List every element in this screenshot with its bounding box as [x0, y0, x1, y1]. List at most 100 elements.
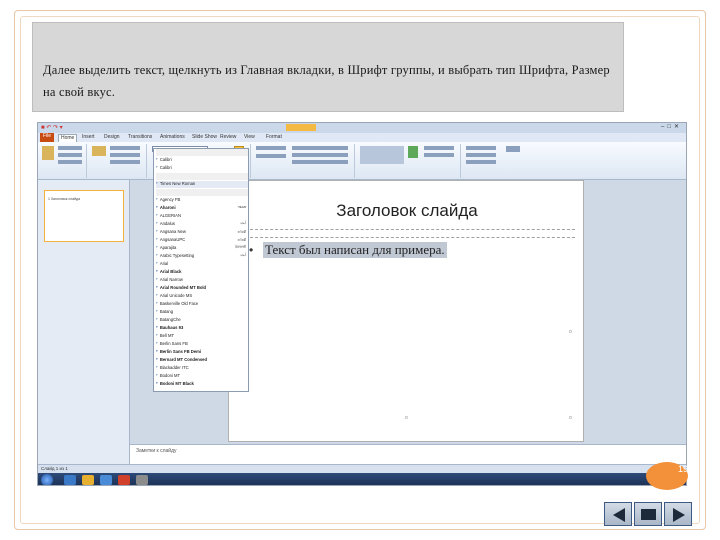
font-item[interactable]: ᵀ Bauhaus 93: [156, 325, 248, 332]
section-button[interactable]: [110, 160, 140, 164]
text-direction-button[interactable]: [292, 146, 348, 150]
select-button[interactable]: [466, 160, 496, 164]
slide-body-text[interactable]: Текст был написан для примера.: [263, 242, 447, 258]
pane-tabs[interactable]: [40, 182, 128, 189]
truetype-icon: ᵀ: [156, 269, 158, 274]
shape-effects-button[interactable]: [506, 146, 520, 152]
cut-button[interactable]: [58, 146, 82, 150]
paste-icon[interactable]: [42, 146, 54, 160]
align-text-button[interactable]: [292, 153, 348, 157]
font-item[interactable]: ᵀ Angsana New สวัสดี: [156, 229, 248, 236]
alignment-buttons[interactable]: [256, 154, 286, 158]
truetype-icon: ᵀ: [156, 181, 158, 186]
font-item[interactable]: ᵀ Agency FB: [156, 197, 248, 204]
truetype-icon: ᵀ: [156, 373, 158, 378]
taskbar-app-icon[interactable]: [64, 475, 76, 485]
page-number-badge: 19: [646, 462, 688, 490]
taskbar-app-icon[interactable]: [100, 475, 112, 485]
edited-slide[interactable]: Заголовок слайда • Текст был написан для…: [228, 180, 584, 442]
ribbon: [38, 142, 686, 180]
windows-taskbar: 12:00: [38, 473, 686, 485]
quick-access-icons[interactable]: ■ ↶ ↷ ▾: [41, 124, 63, 131]
new-slide-icon[interactable]: [92, 146, 106, 156]
slide-thumbnail[interactable]: 1 Заголовок слайда: [44, 190, 124, 242]
presentation-slide: Далее выделить текст, щелкнуть из Главна…: [0, 0, 720, 540]
font-item[interactable]: ᵀ AngsanaUPC สวัสดี: [156, 237, 248, 244]
home-button[interactable]: [634, 502, 662, 526]
font-item[interactable]: ᵀ Bodoni MT Black: [156, 381, 248, 388]
font-item[interactable]: ᵀ Times New Roman: [156, 181, 248, 188]
tab-insert[interactable]: Insert: [82, 134, 95, 140]
next-slide-button[interactable]: [664, 502, 692, 526]
tab-design[interactable]: Design: [104, 134, 120, 140]
previous-slide-button[interactable]: [604, 502, 632, 526]
format-painter-button[interactable]: [58, 160, 82, 164]
font-item[interactable]: ᵀ Calibri: [156, 157, 248, 164]
tab-view[interactable]: View: [244, 134, 255, 140]
ribbon-tabs: File Home Insert Design Transitions Anim…: [38, 133, 686, 142]
resize-handle[interactable]: o: [569, 329, 572, 335]
taskbar-app-icon[interactable]: [136, 475, 148, 485]
font-item[interactable]: ᵀ Arabic Typesetting أبجد: [156, 253, 248, 260]
truetype-icon: ᵀ: [156, 197, 158, 202]
font-item[interactable]: ᵀ Berlin Sans FB Demi: [156, 349, 248, 356]
font-item[interactable]: ᵀ Blackadder ITC: [156, 365, 248, 372]
layout-button[interactable]: [110, 146, 140, 150]
font-item[interactable]: ᵀ Arial Unicode MS: [156, 293, 248, 300]
font-item[interactable]: ᵀ Aparajita देवनागरी: [156, 245, 248, 252]
truetype-icon: ᵀ: [156, 381, 158, 386]
font-item[interactable]: ᵀ ALGERIAN: [156, 213, 248, 220]
tab-animations[interactable]: Animations: [160, 134, 185, 140]
find-button[interactable]: [466, 146, 496, 150]
group-divider: [146, 144, 147, 178]
font-item[interactable]: ᵀ Baskerville Old Face: [156, 301, 248, 308]
truetype-icon: ᵀ: [156, 357, 158, 362]
slide-title-placeholder[interactable]: Заголовок слайда: [229, 201, 585, 221]
font-item[interactable]: ᵀ Andalus أبجد: [156, 221, 248, 228]
truetype-icon: ᵀ: [156, 293, 158, 298]
slide-title: Далее выделить текст, щелкнуть из Главна…: [43, 63, 610, 99]
shapes-gallery[interactable]: [360, 146, 404, 164]
truetype-icon: ᵀ: [156, 157, 158, 162]
arrange-icon[interactable]: [408, 146, 418, 158]
notes-pane[interactable]: Заметки к слайду: [130, 444, 686, 464]
resize-handle[interactable]: o: [569, 415, 572, 421]
tab-transitions[interactable]: Transitions: [128, 134, 152, 140]
taskbar-app-icon[interactable]: [118, 475, 130, 485]
window-controls[interactable]: –□✕: [661, 123, 682, 130]
font-item[interactable]: ᵀ Arial Narrow: [156, 277, 248, 284]
copy-button[interactable]: [58, 153, 82, 157]
font-item[interactable]: ᵀ Arial Rounded MT Bold: [156, 285, 248, 292]
theme-fonts-header: [156, 149, 248, 156]
shape-outline-button[interactable]: [424, 153, 454, 157]
tab-file[interactable]: File: [40, 133, 54, 142]
taskbar-app-icon[interactable]: [82, 475, 94, 485]
replace-button[interactable]: [466, 153, 496, 157]
tab-review[interactable]: Review: [220, 134, 236, 140]
shape-fill-button[interactable]: [424, 146, 454, 150]
font-item[interactable]: ᵀ Arial: [156, 261, 248, 268]
slide-navigation: [604, 502, 694, 528]
start-button[interactable]: [41, 474, 53, 485]
font-item[interactable]: ᵀ Bell MT: [156, 333, 248, 340]
arrow-left-icon: [613, 508, 625, 522]
group-divider: [86, 144, 87, 178]
font-item[interactable]: ᵀ Arial Black: [156, 269, 248, 276]
bullets-buttons[interactable]: [256, 146, 286, 150]
reset-button[interactable]: [110, 153, 140, 157]
tab-slide-show[interactable]: Slide Show: [192, 134, 217, 140]
font-item[interactable]: ᵀ Aharoni אבגד: [156, 205, 248, 212]
status-bar: Слайд 1 из 1: [38, 464, 686, 473]
font-item[interactable]: ᵀ Batang: [156, 309, 248, 316]
resize-handle[interactable]: o: [405, 415, 408, 421]
recent-fonts-header: [156, 173, 248, 180]
font-item[interactable]: ᵀ BatangChe: [156, 317, 248, 324]
smartart-button[interactable]: [292, 160, 348, 164]
tab-home[interactable]: Home: [58, 134, 78, 142]
tab-format[interactable]: Format: [266, 134, 282, 140]
font-item[interactable]: ᵀ Berlin Sans FB: [156, 341, 248, 348]
font-item[interactable]: ᵀ Bodoni MT: [156, 373, 248, 380]
font-item[interactable]: ᵀ Bernard MT Condensed: [156, 357, 248, 364]
truetype-icon: ᵀ: [156, 213, 158, 218]
font-item[interactable]: ᵀ Calibri: [156, 165, 248, 172]
